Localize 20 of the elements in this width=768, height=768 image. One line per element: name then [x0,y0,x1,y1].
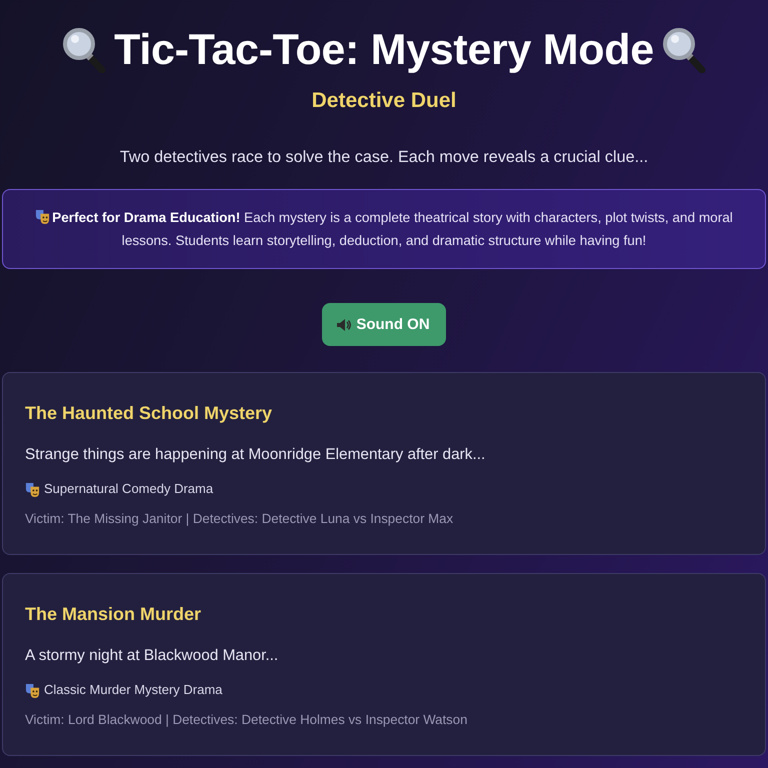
mystery-card[interactable]: The Mansion Murder A stormy night at Blackwood Manor... Classic Murder Mystery Drama Victim: Lord Blackwood | Detectives: Detective Holmes vs Inspector Watson [2,573,766,756]
mystery-description: Strange things are happening at Moonridge Elementary after dark... [25,445,486,465]
mystery-details: Victim: The Missing Janitor | Detectives: Detective Luna vs Inspector Max [25,510,454,528]
magnifying-glass-icon [62,27,106,73]
tagline-text: Two detectives race to solve the case. Each move reveals a crucial clue... [120,147,648,168]
speaker-icon [336,316,352,332]
mystery-title: The Haunted School Mystery [25,402,272,425]
magnifying-glass-icon [662,27,706,73]
page-title: Tic-Tac-Toe: Mystery Mode [114,25,654,76]
mystery-title: The Mansion Murder [25,603,202,626]
mystery-card[interactable]: The Haunted School Mystery Strange things are happening at Moonridge Elementary after dark... Supernatural Comedy Drama Victim: The Missing Janitor | Detectives: Detective Luna vs Inspector Max [2,372,766,555]
theater-masks-icon [35,209,50,224]
page-subtitle: Detective Duel [312,88,456,114]
theater-masks-icon [25,682,40,698]
info-text: Perfect for Drama Education! Each mystery is a complete theatrical story with characters, plot twists, and moral lessons. Students learn storytelling, deduction, and dramatic structure while having fun! [52,210,733,248]
mystery-details: Victim: Lord Blackwood | Detectives: Detective Holmes vs Inspector Watson [25,711,468,729]
mystery-genre: Supernatural Comedy Drama [44,480,214,498]
theater-masks-icon [25,482,40,496]
mystery-genre: Classic Murder Mystery Drama [44,681,222,699]
mystery-description: A stormy night at Blackwood Manor... [25,646,278,666]
